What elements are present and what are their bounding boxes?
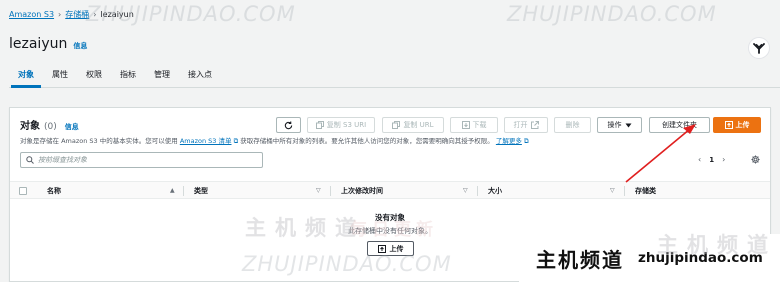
gear-icon[interactable] xyxy=(751,155,760,164)
upload-icon xyxy=(377,244,386,253)
column-last-modified[interactable]: 上次修改时间 xyxy=(341,182,383,200)
brand-watermark: 主机频道 zhujipindao.com xyxy=(519,234,780,282)
empty-state-title: 没有对象 xyxy=(375,213,405,222)
external-link-icon: ⧉ xyxy=(523,137,529,145)
tab-permissions[interactable]: 权限 xyxy=(77,62,111,87)
tab-objects[interactable]: 对象 xyxy=(9,62,43,88)
copy-icon xyxy=(392,121,401,129)
tab-management[interactable]: 管理 xyxy=(145,62,179,87)
breadcrumb: Amazon S3 › 存储桶 › lezaiyun xyxy=(9,9,134,20)
sort-icon[interactable]: ▽ xyxy=(316,182,321,200)
sort-icon[interactable]: ▽ xyxy=(463,182,468,200)
breadcrumb-current: lezaiyun xyxy=(100,10,134,19)
external-link-icon: ⧉ xyxy=(233,137,239,145)
refresh-button[interactable] xyxy=(276,117,301,133)
chevron-right-icon: › xyxy=(93,10,97,19)
chevron-right-icon: › xyxy=(58,10,62,19)
objects-count: (0) xyxy=(44,122,57,132)
page-header: lezaiyun 信息 xyxy=(9,36,87,52)
watermark-upper-right: ZHUJIPINDAO.COM xyxy=(507,2,717,26)
download-label: 下载 xyxy=(472,121,487,129)
upload-icon xyxy=(724,121,733,129)
delete-button[interactable]: 删除 xyxy=(554,117,591,133)
delete-label: 删除 xyxy=(565,121,580,129)
sort-icon[interactable]: ▽ xyxy=(610,182,615,200)
info-link[interactable]: 信息 xyxy=(73,41,87,51)
tab-bar: 对象 属性 权限 指标 管理 接入点 xyxy=(9,62,780,88)
chevron-right-icon[interactable]: › xyxy=(722,155,725,164)
open-button[interactable]: 打开 xyxy=(504,117,548,133)
objects-title: 对象 xyxy=(20,121,40,132)
brand-url: zhujipindao.com xyxy=(638,250,763,266)
upload-button[interactable]: 上传 xyxy=(713,117,761,133)
upload-label: 上传 xyxy=(735,121,750,129)
search-input[interactable] xyxy=(38,156,238,164)
copy-s3-uri-label: 复制 S3 URI xyxy=(326,121,367,129)
column-type[interactable]: 类型 xyxy=(194,182,208,200)
download-button[interactable]: 下载 xyxy=(450,117,498,133)
assistant-icon[interactable] xyxy=(748,37,770,59)
annotation-arrow-icon xyxy=(625,124,696,183)
column-name[interactable]: 名称 xyxy=(47,182,61,200)
objects-info-link[interactable]: 信息 xyxy=(65,122,79,132)
column-size[interactable]: 大小 xyxy=(488,182,502,200)
search-icon xyxy=(26,156,34,164)
copy-url-label: 复制 URL xyxy=(403,121,434,129)
brand-cn: 主机频道 xyxy=(536,247,624,272)
objects-description: 对象是存储在 Amazon S3 中的基本实体。您可以使用 Amazon S3 … xyxy=(20,135,529,146)
empty-upload-button[interactable]: 上传 xyxy=(367,241,414,256)
download-icon xyxy=(461,121,470,129)
copy-url-button[interactable]: 复制 URL xyxy=(382,117,444,133)
description-text-1: 对象是存储在 Amazon S3 中的基本实体。您可以使用 xyxy=(20,137,178,145)
inventory-link[interactable]: Amazon S3 清单 xyxy=(180,137,232,145)
tab-properties[interactable]: 属性 xyxy=(43,62,77,87)
description-text-2: 获取存储桶中所有对象的列表。要允许其他人访问您的对象，您需要明确向其授予权限。 xyxy=(240,137,494,145)
copy-icon xyxy=(315,121,324,129)
open-label: 打开 xyxy=(513,121,528,129)
tab-access-points[interactable]: 接入点 xyxy=(179,62,221,87)
copy-s3-uri-button[interactable]: 复制 S3 URI xyxy=(307,117,375,133)
external-link-icon xyxy=(530,121,539,129)
objects-header: 对象 (0) 信息 xyxy=(20,117,79,132)
learn-more-link[interactable]: 了解更多 xyxy=(496,137,522,145)
breadcrumb-buckets[interactable]: 存储桶 xyxy=(65,9,89,20)
refresh-icon xyxy=(284,120,293,129)
breadcrumb-amazon-s3[interactable]: Amazon S3 xyxy=(9,10,54,19)
empty-upload-label: 上传 xyxy=(389,244,404,253)
search-box[interactable] xyxy=(20,152,263,168)
sort-asc-icon[interactable]: ▲ xyxy=(170,182,175,200)
tab-metrics[interactable]: 指标 xyxy=(111,62,145,87)
page-title: lezaiyun xyxy=(9,36,68,52)
select-all-checkbox[interactable] xyxy=(19,187,27,195)
